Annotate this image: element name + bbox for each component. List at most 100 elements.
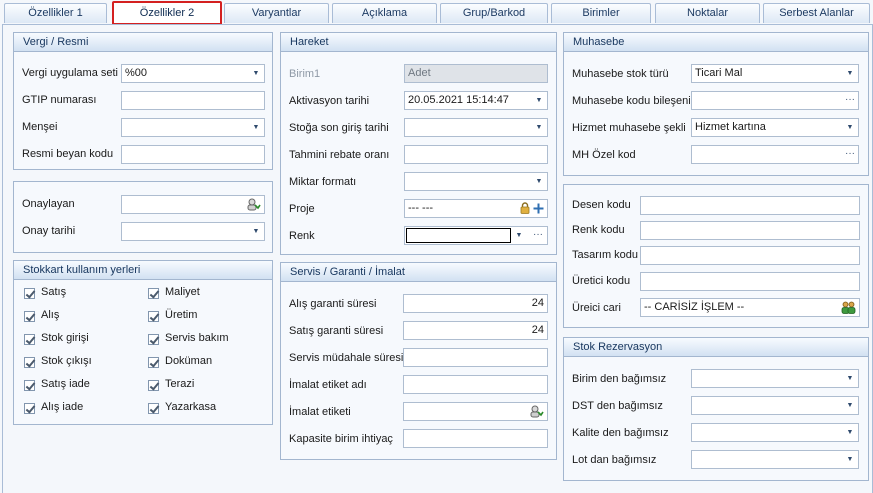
- muhasebe-kodu-label: Muhasebe kodu bileşeni: [572, 95, 691, 107]
- chk-stok-cikisi-label: Stok çıkışı: [41, 355, 92, 367]
- gtip-label: GTIP numarası: [22, 94, 97, 106]
- imalat-etiketi-label: İmalat etiketi: [289, 406, 351, 418]
- dst-bagimsiz-select[interactable]: ▼: [691, 396, 859, 415]
- chk-satis[interactable]: [24, 288, 35, 299]
- ureici-cari-field[interactable]: -- CARİSİZ İŞLEM --: [640, 298, 860, 317]
- chk-yazarkasa[interactable]: [148, 403, 159, 414]
- stokkart-panel-title: Stokkart kullanım yerleri: [14, 261, 272, 280]
- servis-panel-title: Servis / Garanti / İmalat: [281, 263, 556, 282]
- resmi-beyan-input[interactable]: [121, 145, 265, 164]
- color-swatch: [406, 228, 511, 243]
- hizmet-muhasebe-select[interactable]: Hizmet kartına ▼: [691, 118, 859, 137]
- imalat-etiketi-input[interactable]: [403, 402, 548, 421]
- onay-tarihi-select[interactable]: ▼: [121, 222, 265, 241]
- tab-ozellikler-2[interactable]: Özellikler 2: [112, 1, 222, 25]
- renk-field[interactable]: ▼ ···: [404, 226, 548, 245]
- add-icon[interactable]: [533, 203, 544, 214]
- mh-ozel-kod-label: MH Özel kod: [572, 149, 636, 161]
- son-giris-tarihi-select[interactable]: ▼: [404, 118, 548, 137]
- kapasite-label: Kapasite birim ihtiyaç: [289, 433, 393, 445]
- chk-satis-iade-label: Satış iade: [41, 378, 90, 390]
- lookup-icon[interactable]: [530, 405, 544, 418]
- tab-grup-barkod[interactable]: Grup/Barkod: [440, 3, 548, 23]
- tab-serbest-alanlar[interactable]: Serbest Alanlar: [763, 3, 870, 23]
- chk-terazi[interactable]: [148, 380, 159, 391]
- chk-servis-bakim[interactable]: [148, 334, 159, 345]
- user-lookup-icon[interactable]: [247, 198, 261, 211]
- alis-garanti-label: Alış garanti süresi: [289, 298, 377, 310]
- servis-mudahale-input[interactable]: [403, 348, 548, 367]
- hareket-panel-title: Hareket: [281, 33, 556, 52]
- chk-alis-label: Alış: [41, 309, 60, 321]
- satis-garanti-input[interactable]: 24: [403, 321, 548, 340]
- kapasite-input[interactable]: [403, 429, 548, 448]
- chk-uretim[interactable]: [148, 311, 159, 322]
- chk-maliyet[interactable]: [148, 288, 159, 299]
- vergi-seti-select[interactable]: %00 ▼: [121, 64, 265, 83]
- renk-kodu-input[interactable]: [640, 221, 860, 240]
- ureici-cari-value: -- CARİSİZ İŞLEM --: [644, 301, 745, 313]
- users-icon[interactable]: [841, 301, 856, 314]
- miktar-formati-select[interactable]: ▼: [404, 172, 548, 191]
- uretici-kodu-input[interactable]: [640, 272, 860, 291]
- uretici-kodu-label: Üretici kodu: [572, 275, 631, 287]
- ellipsis-icon[interactable]: ···: [845, 92, 855, 109]
- desen-panel: Desen kodu Renk kodu Tasarım kodu Üretic…: [563, 184, 869, 328]
- rebate-orani-label: Tahmini rebate oranı: [289, 149, 390, 161]
- vergi-seti-value: %00: [125, 67, 148, 79]
- proje-label: Proje: [289, 203, 315, 215]
- chevron-down-icon: ▼: [846, 70, 854, 77]
- chevron-down-icon: ▼: [846, 402, 854, 409]
- gtip-input[interactable]: [121, 91, 265, 110]
- mensei-select[interactable]: ▼: [121, 118, 265, 137]
- alis-garanti-input[interactable]: 24: [403, 294, 548, 313]
- proje-value: --- ---: [408, 202, 434, 214]
- lot-bagimsiz-select[interactable]: ▼: [691, 450, 859, 469]
- tab-birimler[interactable]: Birimler: [551, 3, 651, 23]
- chevron-down-icon[interactable]: ▼: [513, 227, 525, 244]
- chk-stok-cikisi[interactable]: [24, 357, 35, 368]
- chk-alis[interactable]: [24, 311, 35, 322]
- birim-bagimsiz-label: Birim den bağımsız: [572, 373, 667, 385]
- chevron-down-icon: ▼: [846, 429, 854, 436]
- proje-field[interactable]: --- ---: [404, 199, 548, 218]
- onaylayan-input[interactable]: [121, 195, 265, 214]
- hareket-panel: Hareket Birim1 Adet Aktivasyon tarihi 20…: [280, 32, 557, 255]
- chevron-down-icon: ▼: [846, 124, 854, 131]
- tab-varyantlar[interactable]: Varyantlar: [224, 3, 329, 23]
- chk-alis-iade[interactable]: [24, 403, 35, 414]
- aktivasyon-tarihi-select[interactable]: 20.05.2021 15:14:47 ▼: [404, 91, 548, 110]
- chk-servis-bakim-label: Servis bakım: [165, 332, 229, 344]
- muhasebe-kodu-field[interactable]: ···: [691, 91, 859, 110]
- ellipsis-icon[interactable]: ···: [533, 227, 543, 244]
- resmi-beyan-label: Resmi beyan kodu: [22, 148, 114, 160]
- son-giris-tarihi-label: Stoğa son giriş tarihi: [289, 122, 389, 134]
- muhasebe-panel-title: Muhasebe: [564, 33, 868, 52]
- vergi-panel-title: Vergi / Resmi: [14, 33, 272, 52]
- kalite-bagimsiz-select[interactable]: ▼: [691, 423, 859, 442]
- lock-icon[interactable]: [520, 202, 530, 214]
- ureici-cari-label: Üreici cari: [572, 302, 621, 314]
- chk-dokuman[interactable]: [148, 357, 159, 368]
- ellipsis-icon[interactable]: ···: [845, 146, 855, 163]
- imalat-etiket-adi-input[interactable]: [403, 375, 548, 394]
- miktar-formati-label: Miktar formatı: [289, 176, 357, 188]
- tab-aciklama[interactable]: Açıklama: [332, 3, 437, 23]
- tasarim-kodu-input[interactable]: [640, 246, 860, 265]
- onay-tarihi-label: Onay tarihi: [22, 225, 76, 237]
- muhasebe-stok-turu-value: Ticari Mal: [695, 67, 743, 79]
- mh-ozel-kod-field[interactable]: ···: [691, 145, 859, 164]
- rezervasyon-panel-title: Stok Rezervasyon: [564, 338, 868, 357]
- tab-noktalar[interactable]: Noktalar: [655, 3, 760, 23]
- tab-ozellikler-1[interactable]: Özellikler 1: [4, 3, 107, 23]
- birim-bagimsiz-select[interactable]: ▼: [691, 369, 859, 388]
- muhasebe-stok-turu-label: Muhasebe stok türü: [572, 68, 669, 80]
- chevron-down-icon: ▼: [535, 124, 543, 131]
- chk-satis-iade[interactable]: [24, 380, 35, 391]
- muhasebe-stok-turu-select[interactable]: Ticari Mal ▼: [691, 64, 859, 83]
- chk-stok-girisi[interactable]: [24, 334, 35, 345]
- desen-kodu-input[interactable]: [640, 196, 860, 215]
- muhasebe-panel: Muhasebe Muhasebe stok türü Ticari Mal ▼…: [563, 32, 869, 176]
- birim1-label: Birim1: [289, 68, 321, 80]
- rebate-orani-input[interactable]: [404, 145, 548, 164]
